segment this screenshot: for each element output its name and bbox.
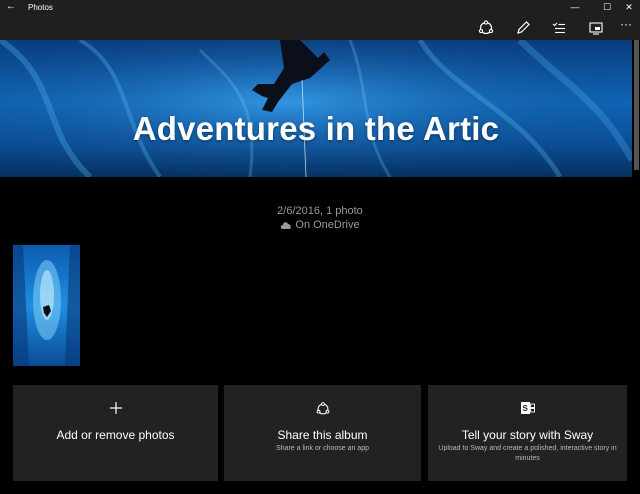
sway-icon: S xyxy=(428,401,627,420)
sway-story-label: Tell your story with Sway xyxy=(461,428,594,442)
edit-icon[interactable] xyxy=(514,19,532,37)
album-date-count: 2/6/2016, 1 photo xyxy=(277,205,363,217)
album-hero-image: Adventures in the Artic xyxy=(0,40,632,177)
checklist-icon xyxy=(552,22,565,34)
ice-cave-photo xyxy=(0,40,632,177)
share-icon[interactable] xyxy=(477,19,495,37)
photo-thumbnail[interactable] xyxy=(13,245,80,366)
plus-icon-glyph xyxy=(109,402,122,414)
share-album-button[interactable]: Share this album Share a link or choose … xyxy=(224,385,421,481)
pencil-icon xyxy=(517,21,530,34)
add-remove-photos-button[interactable]: Add or remove photos xyxy=(13,385,218,481)
album-meta: 2/6/2016, 1 photo On OneDrive xyxy=(0,204,640,232)
album-location: On OneDrive xyxy=(0,218,640,232)
onedrive-label: On OneDrive xyxy=(295,219,360,231)
sway-story-button[interactable]: S Tell your story with Sway Upload to Sw… xyxy=(428,385,627,481)
cloud-icon xyxy=(281,222,292,229)
sway-icon-glyph: S xyxy=(520,402,535,414)
slideshow-icon-glyph xyxy=(589,22,603,35)
add-remove-photos-label: Add or remove photos xyxy=(56,428,175,442)
share-album-sub: Share a link or choose an app xyxy=(275,445,369,452)
album-title: Adventures in the Artic xyxy=(132,110,500,147)
share-icon xyxy=(224,401,421,422)
close-icon[interactable]: ✕ xyxy=(618,0,640,15)
app-title: Photos xyxy=(28,3,53,12)
share-album-label: Share this album xyxy=(277,428,368,442)
ice-cave-thumbnail xyxy=(13,245,80,366)
minimize-icon[interactable]: — xyxy=(564,0,586,15)
back-icon[interactable]: ← xyxy=(6,1,16,13)
share-icon-glyph xyxy=(316,402,329,415)
more-icon[interactable]: ··· xyxy=(620,17,638,35)
share-icon-glyph xyxy=(478,20,494,35)
svg-text:S: S xyxy=(522,404,528,413)
maximize-icon[interactable]: ☐ xyxy=(596,0,618,15)
sway-story-sub: Upload to Sway and create a polished, in… xyxy=(438,445,617,462)
scrollbar[interactable] xyxy=(634,40,639,170)
select-icon[interactable] xyxy=(550,19,568,37)
title-bar: ← Photos — ☐ ✕ xyxy=(0,0,640,15)
slideshow-icon[interactable] xyxy=(587,19,605,37)
plus-icon xyxy=(13,401,218,420)
toolbar: ··· xyxy=(0,15,640,40)
